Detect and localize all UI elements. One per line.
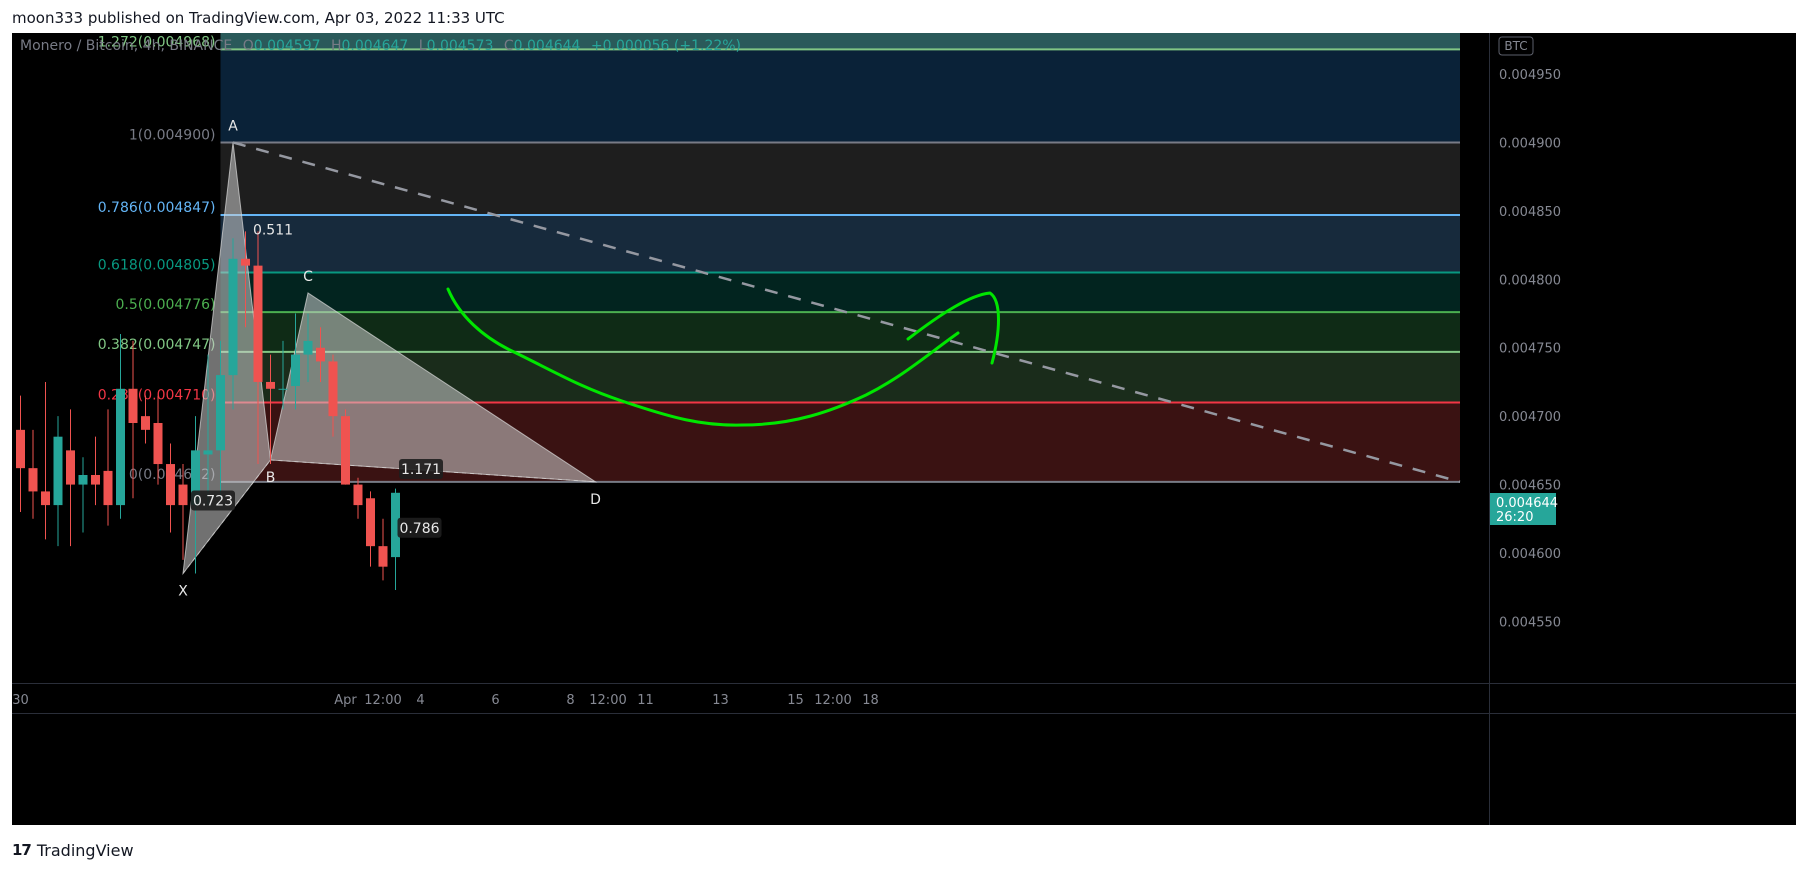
candle-body [153,423,163,465]
fib-band-2 [220,142,1460,215]
candle-body [266,381,275,389]
time-tick-label: 15 [787,693,804,708]
price-tick-label: 0.004650 [1499,479,1561,494]
ratio-label: 0.786 [399,521,439,537]
candle-body [28,468,38,492]
candle-body [253,265,263,382]
time-tick-label: 12:00 [814,693,851,708]
candle-body [166,464,175,506]
candle-body [241,258,250,266]
low-key: L [419,38,427,54]
low-value: 0.004573 [427,38,494,54]
high-key: H [331,38,342,54]
candle-body [16,429,25,469]
open-value: 0.004597 [254,38,321,54]
price-tick-label: 0.004600 [1499,547,1561,562]
fib-label-0-786: 0.786(0.004847) [98,200,216,216]
high-value: 0.004647 [342,38,409,54]
fib-band-1 [220,49,1460,143]
candle-body [228,258,238,376]
price-tick-label: 0.004850 [1499,205,1561,220]
footer-brand[interactable]: 17 TradingView [12,839,134,861]
fib-label-0-5: 0.5(0.004776) [116,297,216,313]
candle-body [328,361,338,417]
time-tick-label: 12:00 [364,693,401,708]
change-value: +0.000056 (+1.22%) [591,38,741,54]
fib-band-5 [220,312,1460,352]
bar-countdown: 26:20 [1496,510,1533,525]
price-axis[interactable]: BTC 0.004950 0.004900 0.004850 0.004800 0.00… [1490,36,1561,630]
candle-body [353,484,363,506]
candle-body [116,388,125,506]
time-tick-label: 18 [862,693,879,708]
fib-label-0-236: 0.236(0.004710) [98,387,216,403]
candle-body [128,388,138,423]
currency-badge-label: BTC [1504,39,1527,53]
time-tick-label: 30 [12,693,29,708]
ratio-label: 1.171 [401,462,441,478]
point-label-a: A [228,118,238,134]
time-tick-label: 6 [491,693,499,708]
point-label-x: X [178,584,188,600]
price-tick-label: 0.004950 [1499,68,1561,83]
fib-band-4 [220,272,1460,313]
tradingview-logo-icon: 17 [12,841,32,859]
candle-body [341,416,350,485]
fib-label-0-618: 0.618(0.004805) [98,257,216,273]
candle-body [216,375,225,451]
price-tick-label: 0.004700 [1499,410,1561,425]
time-tick-label: 11 [637,693,654,708]
price-tick-label: 0.004750 [1499,342,1561,357]
open-key: O [243,38,254,54]
candle-body [78,475,88,485]
candle-body [291,354,300,387]
time-tick-label: 13 [712,693,729,708]
candle-body [141,416,150,430]
chart-frame[interactable]: 1.272(0.004968) 1(0.004900) 0.786(0.004847… [12,33,1796,825]
footer-brand-label: TradingView [36,840,134,860]
price-tick-label: 0.004800 [1499,273,1561,288]
fib-label-0-382: 0.382(0.004747) [98,337,216,353]
price-chart[interactable]: 1.272(0.004968)1(0.004900)0.786(0.004847… [12,33,1796,825]
close-key: C [504,38,514,54]
ratio-label: 0.511 [253,222,293,238]
ohlc-legend: Monero / Bitcoin, 4h, BINANCE O0.004597 … [20,38,741,54]
price-tick-label: 0.004550 [1499,615,1561,630]
candle-body [316,347,325,362]
time-tick-label: 12:00 [589,693,626,708]
time-tick-label: 4 [416,693,424,708]
candle-body [41,491,50,506]
candle-body [366,498,375,547]
candle-body [53,436,63,506]
candle-body [66,450,75,485]
candle-body [103,470,113,506]
time-axis[interactable]: 30 Apr 12:00 4 6 8 12:00 11 13 15 12:00 18 [12,693,879,708]
price-tick-label: 0.004900 [1499,136,1561,151]
candle-body [303,340,313,355]
candle-body [378,546,388,567]
point-label-d: D [590,492,601,508]
last-price-value: 0.004644 [1496,496,1558,511]
close-value: 0.004644 [514,38,581,54]
time-tick-label: Apr [334,693,357,708]
candle-body [178,484,188,506]
fib-band-3 [220,215,1460,273]
point-label-b: B [266,470,276,486]
candle-body [91,475,100,485]
symbol-name: Monero / Bitcoin, 4h, BINANCE [20,38,232,54]
publisher-line: moon333 published on TradingView.com, Ap… [12,9,505,27]
fib-label-1: 1(0.004900) [129,127,216,143]
time-tick-label: 8 [566,693,574,708]
point-label-c: C [303,269,313,285]
candle-body [278,388,288,390]
ratio-label: 0.723 [193,494,233,510]
candle-body [203,450,213,455]
